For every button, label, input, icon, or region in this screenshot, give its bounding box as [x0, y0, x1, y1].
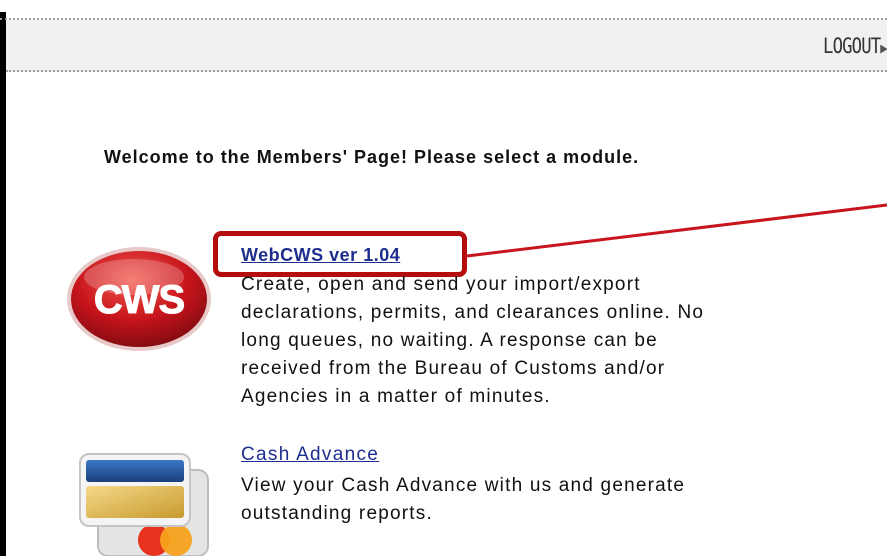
- cash-advance-description: View your Cash Advance with us and gener…: [241, 472, 841, 528]
- welcome-message: Welcome to the Members' Page! Please sel…: [104, 147, 640, 167]
- logout-label: LOGOUT: [823, 34, 881, 58]
- webcws-description: Create, open and send your import/export…: [241, 271, 841, 411]
- description-line: long queues, no waiting. A response can …: [241, 330, 658, 351]
- window-left-border: [0, 12, 6, 556]
- cash-advance-link[interactable]: Cash Advance: [241, 444, 379, 466]
- logout-link[interactable]: LOGOUT▶: [823, 34, 887, 58]
- description-line: View your Cash Advance with us and gener…: [241, 475, 686, 496]
- webcws-link[interactable]: WebCWS ver 1.04: [241, 245, 400, 266]
- play-arrow-icon: ▶: [880, 39, 887, 57]
- description-line: Agencies in a matter of minutes.: [241, 386, 551, 407]
- description-line: Create, open and send your import/export: [241, 274, 641, 295]
- top-toolbar: LOGOUT▶: [6, 20, 887, 72]
- cws-logo-text: CWS: [94, 278, 185, 322]
- cws-logo-icon[interactable]: CWS: [64, 245, 214, 353]
- credit-card-icon[interactable]: [76, 448, 212, 556]
- description-line: declarations, permits, and clearances on…: [241, 302, 705, 323]
- description-line: received from the Bureau of Customs and/…: [241, 358, 666, 379]
- description-line: outstanding reports.: [241, 503, 433, 524]
